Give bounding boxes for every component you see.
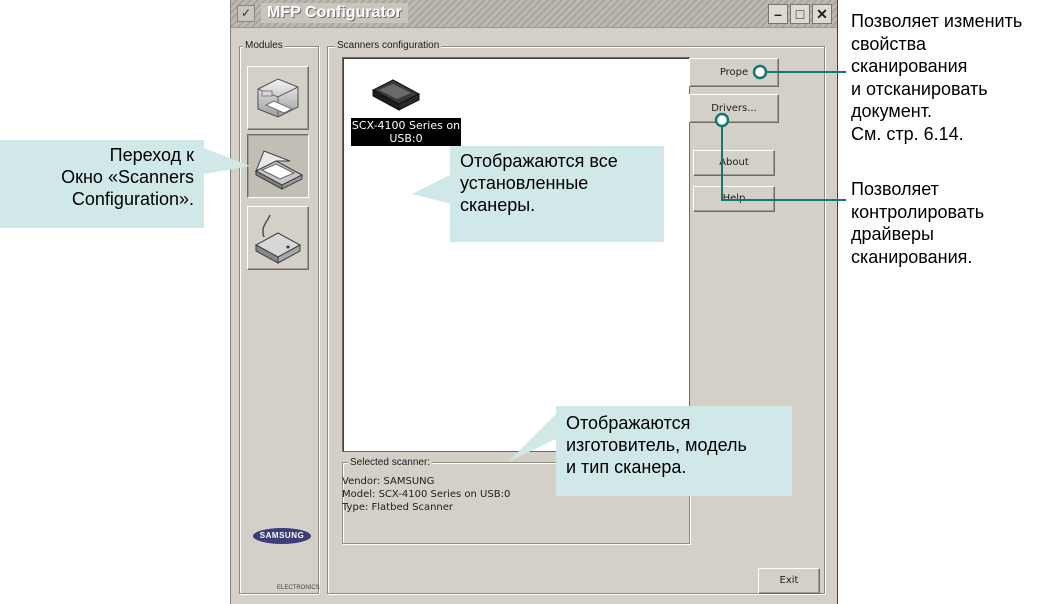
annotation-line: Позволяет (851, 179, 939, 199)
annotation-line: и отсканировать (851, 78, 988, 99)
properties-annotation: Позволяет изменить свойства сканирования… (851, 10, 1022, 145)
drivers-pointer-dot (714, 112, 730, 128)
annotation-line: сканирования (851, 56, 968, 76)
annotation-line: контролировать (851, 201, 985, 222)
annotation-line: См. стр. 6.14. (851, 123, 964, 144)
drivers-pointer-line (721, 120, 846, 201)
annotation-line: свойства (851, 33, 927, 54)
properties-pointer-dot (752, 64, 768, 80)
annotation-line: Позволяет изменить (851, 11, 1023, 31)
annotation-line: документ. (851, 101, 932, 121)
annotation-line: сканирования. (851, 246, 973, 267)
drivers-annotation: Позволяет контролировать драйверы сканир… (851, 178, 984, 268)
annotation-line: драйверы (851, 224, 934, 244)
